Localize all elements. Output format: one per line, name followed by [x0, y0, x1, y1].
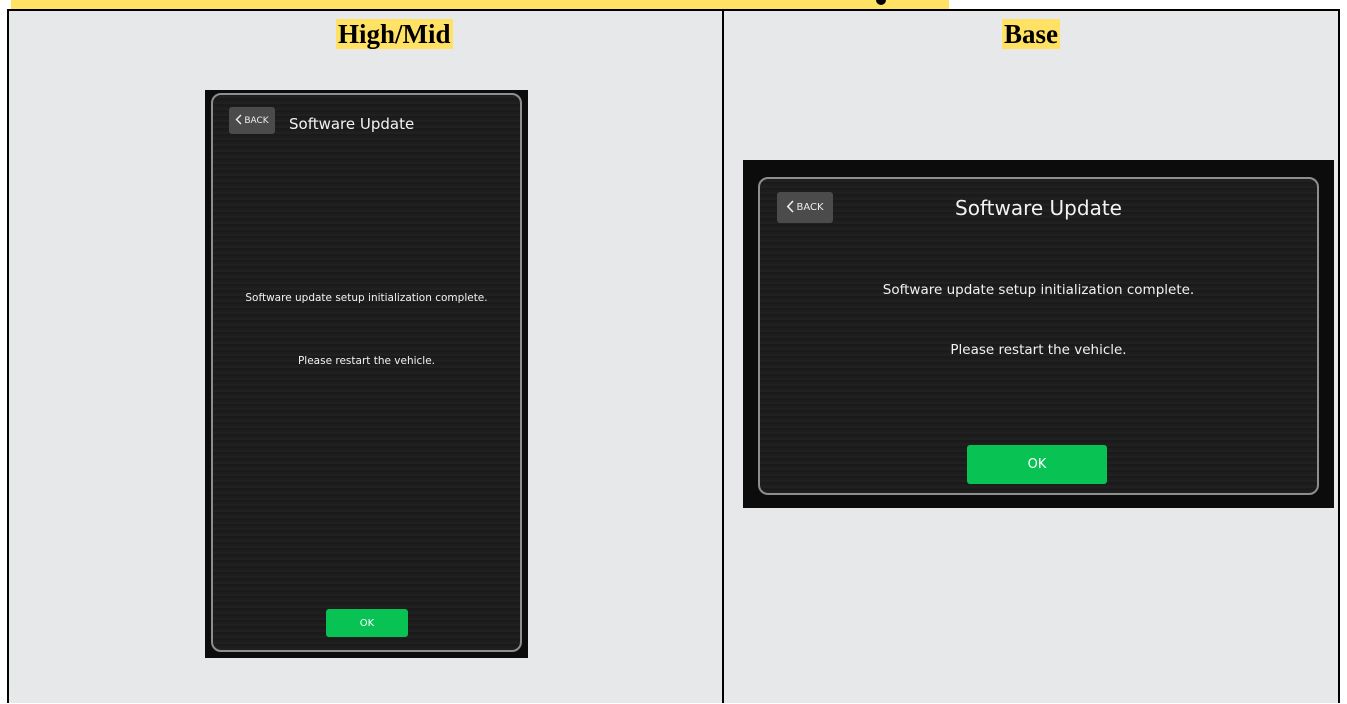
message-line-2: Please restart the vehicle.: [950, 342, 1127, 358]
high-mid-screen-frame: BACK Software Update Software update set…: [211, 93, 522, 652]
caption-highlight: [11, 0, 949, 9]
ok-button-label: OK: [1027, 457, 1047, 472]
ok-button-label: OK: [359, 617, 375, 629]
base-screen-frame: BACK Software Update Software update set…: [758, 177, 1319, 495]
message-line-1: Software update setup initialization com…: [245, 292, 488, 304]
ok-button[interactable]: OK: [967, 445, 1107, 484]
column-heading-base: Base: [1002, 19, 1060, 49]
back-button-label: BACK: [244, 115, 269, 126]
message-line-2: Please restart the vehicle.: [297, 355, 436, 367]
comparison-table: High/Mid BACK Software Update Software u…: [7, 9, 1340, 703]
back-button[interactable]: BACK: [229, 107, 275, 134]
screen-title: Software Update: [289, 115, 415, 133]
message-line-1: Software update setup initialization com…: [882, 282, 1195, 298]
top-caption-strip: [0, 0, 1347, 9]
column-heading-high-mid: High/Mid: [336, 19, 453, 49]
column-divider: [722, 11, 724, 703]
base-screen: BACK Software Update Software update set…: [743, 160, 1334, 508]
screen-title: Software Update: [955, 196, 1122, 220]
chevron-left-icon: [235, 114, 242, 128]
ok-button[interactable]: OK: [326, 609, 408, 637]
high-mid-screen: BACK Software Update Software update set…: [205, 90, 528, 658]
